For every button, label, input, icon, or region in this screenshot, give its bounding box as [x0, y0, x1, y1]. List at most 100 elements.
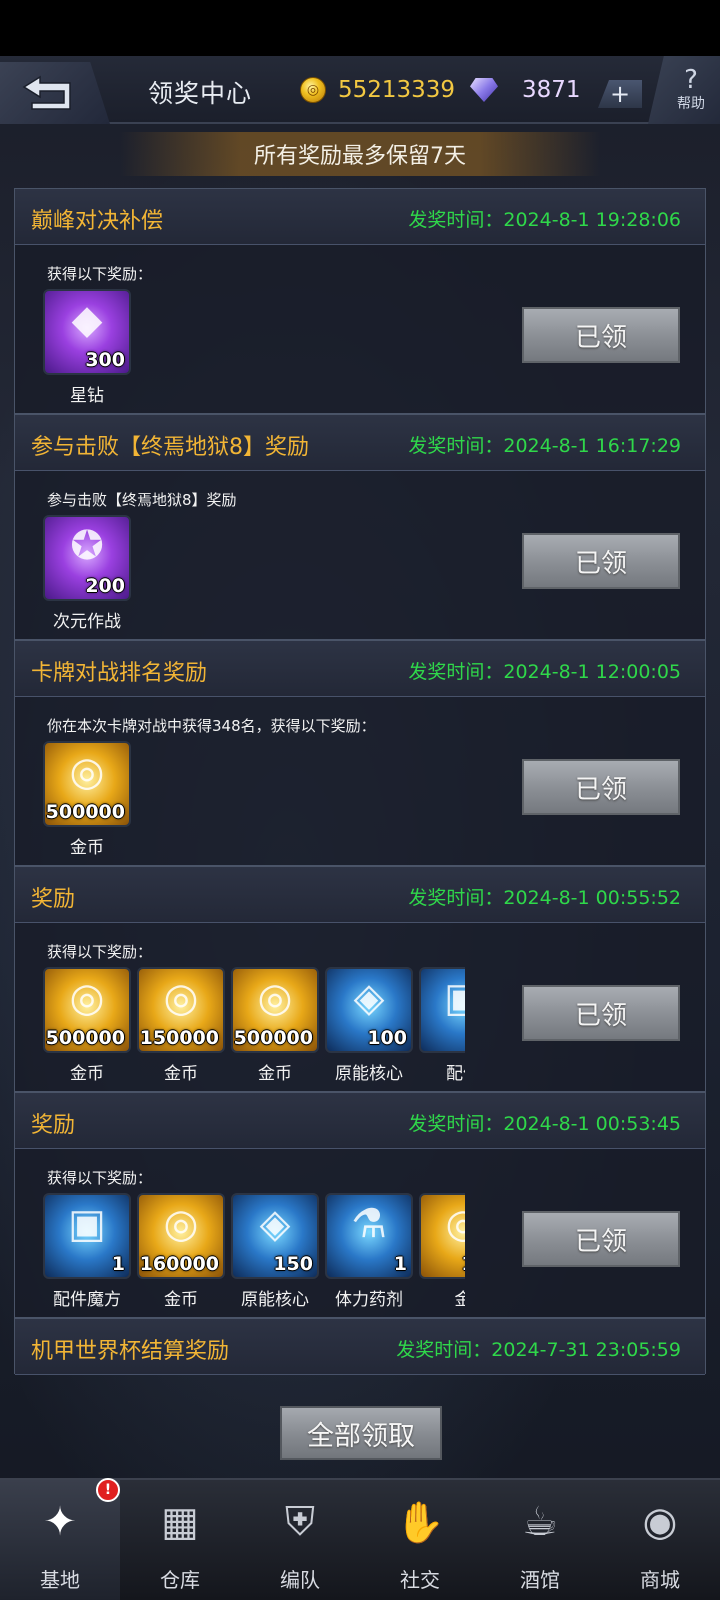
claimed-button[interactable]: 已领 [522, 1211, 680, 1267]
reward-title: 奖励 [31, 1113, 76, 1138]
reward-item[interactable]: ◎ 500000 金币 [231, 967, 319, 1083]
item-count: 100 [367, 1027, 407, 1049]
medal-icon: ✪ 200 [43, 515, 131, 601]
item-count: 150 [461, 1253, 465, 1275]
stamina-potion-icon: ⚗ 1 [325, 1193, 413, 1279]
reward-card: 巅峰对决补偿 发奖时间：2024-8-1 19:28:06 获得以下奖励： ◆ … [14, 188, 706, 414]
reward-time: 发奖时间：2024-8-1 00:53:45 [408, 1113, 681, 1135]
item-count: 1 [393, 1253, 407, 1275]
crystal-core-icon: ◈ 100 [325, 967, 413, 1053]
reward-time: 发奖时间：2024-8-1 16:17:29 [408, 435, 681, 457]
reward-card-header: 卡牌对战排名奖励 发奖时间：2024-8-1 12:00:05 [15, 641, 705, 697]
reward-description: 参与击败【终焉地狱8】奖励 [47, 491, 237, 509]
claimed-button[interactable]: 已领 [522, 985, 680, 1041]
reward-description: 获得以下奖励： [47, 943, 153, 961]
star-diamond-icon: ◆ 300 [43, 289, 131, 375]
reward-card: 机甲世界杯结算奖励 发奖时间：2024-7-31 23:05:59 [14, 1318, 706, 1375]
bottom-nav: ✦ ! 基地 ▦ 仓库 ⛨ 编队 ✋ 社交 ☕ 酒馆 ◉ 商城 [0, 1478, 720, 1600]
item-name: 金 [454, 1290, 466, 1309]
item-name: 原能核心 [335, 1064, 403, 1083]
nav-label: 酒馆 [520, 1568, 560, 1592]
gold-value: 55213339 [338, 77, 456, 103]
reward-description: 获得以下奖励： [47, 265, 153, 283]
help-label: 帮助 [677, 96, 705, 112]
tavern-icon: ☕ [522, 1499, 558, 1545]
back-button[interactable] [0, 62, 110, 124]
reward-item[interactable]: ⚗ 1 体力药剂 [325, 1193, 413, 1309]
reward-item[interactable]: ◎ 150 金 [419, 1193, 465, 1309]
reward-item[interactable]: ◆ 300 星钻 [43, 289, 131, 405]
reward-title: 机甲世界杯结算奖励 [31, 1339, 230, 1364]
gold-coins-icon: ◎ 500000 [43, 741, 131, 827]
item-count: 500000 [45, 1027, 125, 1049]
nav-item-social[interactable]: ✋ 社交 [360, 1480, 480, 1600]
nav-label: 编队 [280, 1568, 320, 1592]
reward-card: 卡牌对战排名奖励 发奖时间：2024-8-1 12:00:05 你在本次卡牌对战… [14, 640, 706, 866]
reward-list[interactable]: 巅峰对决补偿 发奖时间：2024-8-1 19:28:06 获得以下奖励： ◆ … [14, 188, 706, 1394]
item-name: 次元作战 [53, 612, 121, 631]
help-icon: ? [684, 65, 698, 95]
reward-item[interactable]: ▣ 1 配件魔方 [43, 1193, 131, 1309]
item-name: 金币 [164, 1290, 198, 1309]
nav-item-formation[interactable]: ⛨ 编队 [240, 1480, 360, 1600]
item-name: 原能核心 [241, 1290, 309, 1309]
reward-title: 巅峰对决补偿 [31, 209, 164, 234]
reward-card: 奖励 发奖时间：2024-8-1 00:53:45 获得以下奖励： ▣ 1 配件… [14, 1092, 706, 1318]
reward-time: 发奖时间：2024-8-1 19:28:06 [408, 209, 681, 231]
item-count: 150000 [139, 1027, 219, 1049]
claimed-button[interactable]: 已领 [522, 307, 680, 363]
reward-item[interactable]: ◎ 500000 金币 [43, 741, 131, 857]
gold-coin-icon: ◎ [300, 77, 326, 103]
reward-item[interactable]: ◎ 150000 金币 [137, 967, 225, 1083]
reward-items: ◎ 500000 金币 [43, 741, 465, 857]
reward-item[interactable]: ◎ 160000 金币 [137, 1193, 225, 1309]
page-title: 领奖中心 [148, 79, 253, 108]
reward-item[interactable]: ◈ 150 原能核心 [231, 1193, 319, 1309]
shop-icon: ◉ [642, 1499, 678, 1545]
reward-item[interactable]: ◎ 500000 金币 [43, 967, 131, 1083]
gem-value: 3871 [522, 77, 581, 103]
reward-title: 卡牌对战排名奖励 [31, 661, 208, 686]
nav-item-tavern[interactable]: ☕ 酒馆 [480, 1480, 600, 1600]
nav-item-warehouse[interactable]: ▦ 仓库 [120, 1480, 240, 1600]
gold-counter: ◎ 55213339 [300, 74, 455, 106]
reward-time: 发奖时间：2024-7-31 23:05:59 [396, 1339, 681, 1361]
nav-item-shop[interactable]: ◉ 商城 [600, 1480, 720, 1600]
reward-item[interactable]: ✪ 200 次元作战 [43, 515, 131, 631]
gem-icon [470, 78, 498, 102]
nav-label: 基地 [40, 1568, 80, 1592]
item-name: 金币 [258, 1064, 292, 1083]
claimed-button[interactable]: 已领 [522, 533, 680, 589]
reward-description: 获得以下奖励： [47, 1169, 153, 1187]
item-count: 160000 [139, 1253, 219, 1275]
screen: 领奖中心 ◎ 55213339 3871 + ? 帮助 所有奖励最多保留7天 巅… [0, 0, 720, 1600]
parts-cube-icon: ▣ [419, 967, 465, 1053]
reward-item[interactable]: ▣ 配件 [419, 967, 465, 1083]
reward-title: 奖励 [31, 887, 76, 912]
reward-items: ◆ 300 星钻 [43, 289, 465, 405]
gold-coins-icon: ◎ 150 [419, 1193, 465, 1279]
item-name: 配件 [446, 1064, 465, 1083]
reward-description: 你在本次卡牌对战中获得348名，获得以下奖励： [47, 717, 376, 735]
nav-label: 商城 [640, 1568, 680, 1592]
gem-counter: 3871 [470, 74, 581, 106]
claim-all-button[interactable]: 全部领取 [280, 1406, 442, 1460]
gold-coins-icon: ◎ 500000 [43, 967, 131, 1053]
item-name: 配件魔方 [53, 1290, 121, 1309]
gold-coins-icon: ◎ 500000 [231, 967, 319, 1053]
item-count: 200 [85, 575, 125, 597]
reward-card-header: 参与击败【终焉地狱8】奖励 发奖时间：2024-8-1 16:17:29 [15, 415, 705, 471]
claimed-button[interactable]: 已领 [522, 759, 680, 815]
gold-coins-icon: ◎ 150000 [137, 967, 225, 1053]
reward-item[interactable]: ◈ 100 原能核心 [325, 967, 413, 1083]
nav-item-base[interactable]: ✦ ! 基地 [0, 1478, 120, 1600]
reward-card-header: 巅峰对决补偿 发奖时间：2024-8-1 19:28:06 [15, 189, 705, 245]
reward-card-header: 奖励 发奖时间：2024-8-1 00:53:45 [15, 1093, 705, 1149]
formation-icon: ⛨ [285, 1499, 315, 1545]
item-name: 体力药剂 [335, 1290, 403, 1309]
status-bar [0, 0, 720, 56]
item-count: 300 [85, 349, 125, 371]
notification-badge: ! [96, 1478, 120, 1502]
nav-label: 仓库 [160, 1568, 200, 1592]
item-count: 500000 [45, 801, 125, 823]
